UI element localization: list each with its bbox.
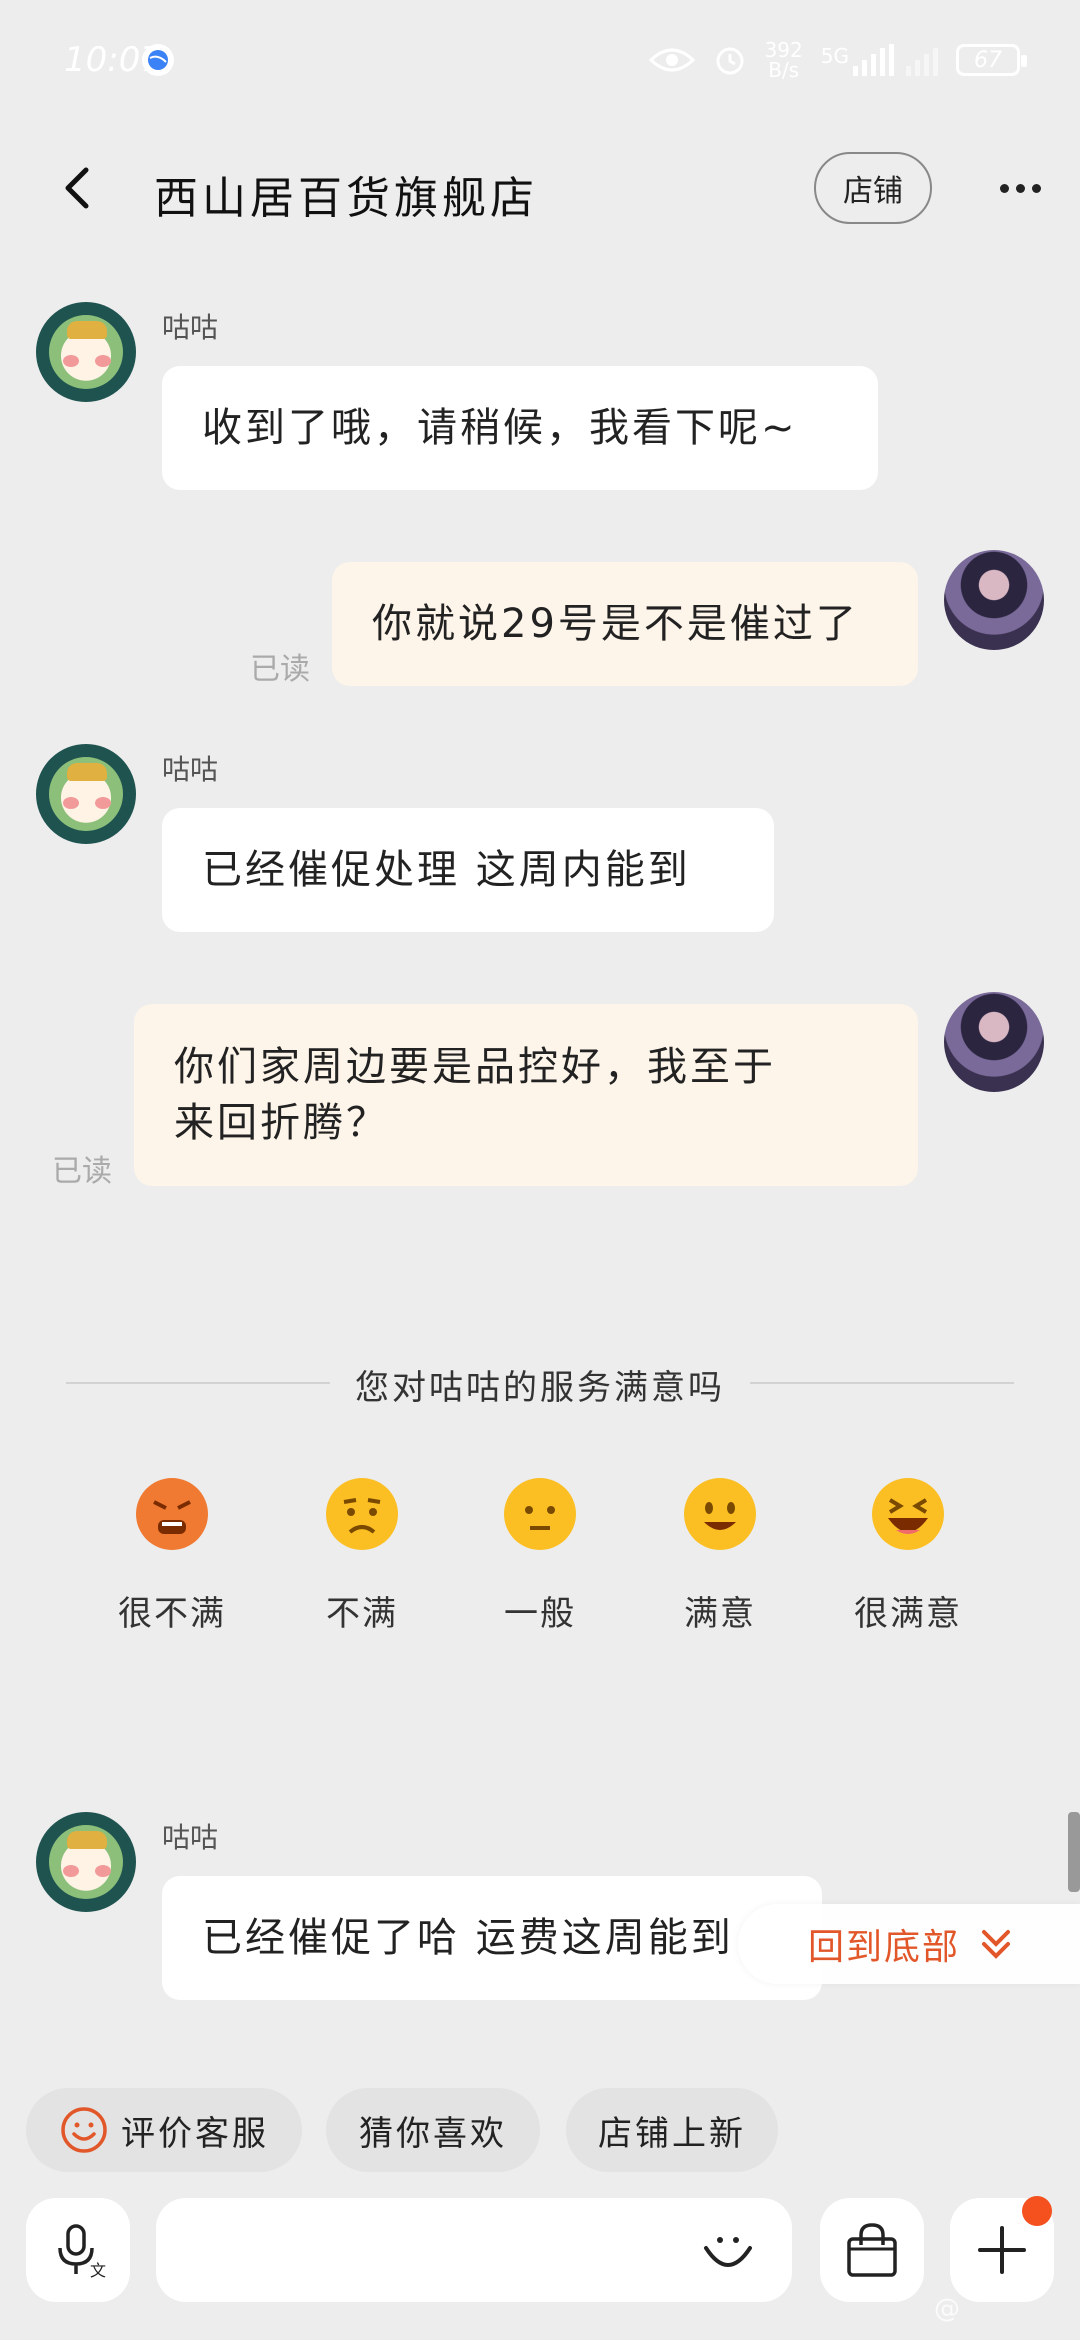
back-to-bottom-button[interactable]: 回到底部 [738, 1904, 1080, 1984]
signal-2-icon [906, 44, 938, 76]
agent-avatar[interactable] [36, 302, 136, 402]
alarm-icon [716, 47, 744, 75]
chip-label: 评价客服 [121, 2113, 269, 2154]
microphone-translate-icon: 文 [58, 2224, 106, 2280]
rating-label: 很不满 [118, 1594, 226, 1634]
laugh-face-icon [872, 1478, 944, 1550]
chevron-left-icon [65, 167, 89, 209]
message-line: 来回折腾？ [174, 1100, 389, 1146]
agent-avatar[interactable] [36, 1812, 136, 1912]
plus-icon [978, 2226, 1026, 2274]
double-chevron-down-icon [982, 1930, 1011, 1959]
more-button[interactable] [990, 166, 1050, 210]
read-receipt: 已读 [52, 1154, 112, 1189]
new-arrivals-chip[interactable]: 店铺上新 [566, 2088, 778, 2172]
chat-header: 西山居百货旗舰店 店铺 [0, 130, 1080, 246]
message-bubble[interactable]: 已经催促处理 这周内能到 [162, 808, 774, 932]
read-receipt: 已读 [250, 652, 310, 687]
chip-label: 店铺上新 [598, 2113, 746, 2154]
back-button[interactable] [50, 160, 106, 216]
watermark: @ [934, 2294, 960, 2324]
message-input[interactable] [156, 2198, 792, 2302]
message-bubble[interactable]: 你们家周边要是品控好，我至于 来回折腾？ [134, 1004, 918, 1186]
rating-very-unsatisfied[interactable]: 很不满 [92, 1478, 252, 1635]
rating-neutral[interactable]: 一般 [460, 1478, 620, 1635]
emoji-icon[interactable] [698, 2220, 758, 2280]
message-bubble[interactable]: 已经催促了哈 运费这周能到 [162, 1876, 822, 2000]
shop-button[interactable]: 店铺 [814, 152, 932, 224]
order-button[interactable] [820, 2198, 924, 2302]
sender-name: 咕咕 [162, 753, 219, 786]
message-bubble[interactable]: 收到了哦，请稍候，我看下呢~ [162, 366, 878, 490]
smile-face-icon [684, 1478, 756, 1550]
message-bubble[interactable]: 你就说29号是不是催过了 [332, 562, 918, 686]
user-avatar[interactable] [944, 992, 1044, 1092]
page-title: 西山居百货旗舰店 [154, 173, 538, 224]
rating-unsatisfied[interactable]: 不满 [282, 1478, 442, 1635]
survey-title: 您对咕咕的服务满意吗 [355, 1368, 725, 1408]
sender-name: 咕咕 [162, 311, 219, 344]
eye-icon [648, 48, 695, 72]
rating-satisfied[interactable]: 满意 [640, 1478, 800, 1635]
voice-input-button[interactable]: 文 [26, 2198, 130, 2302]
sender-name: 咕咕 [162, 1821, 219, 1854]
more-dots-icon [999, 183, 1009, 193]
status-icons: 392 B/s 5G 67 [648, 36, 1027, 84]
scrollbar[interactable] [1068, 1812, 1080, 1892]
network-speed: 392 B/s [764, 38, 803, 82]
chip-label: 猜你喜欢 [359, 2113, 507, 2154]
browser-icon [142, 44, 174, 76]
notification-dot [1022, 2196, 1052, 2226]
battery-icon: 67 [956, 44, 1027, 76]
rate-service-chip[interactable]: 评价客服 [26, 2088, 302, 2172]
message-line: 你们家周边要是品控好，我至于 [174, 1044, 776, 1090]
network-type: 5G [820, 44, 849, 68]
rating-label: 一般 [504, 1594, 576, 1634]
agent-avatar[interactable] [36, 744, 136, 844]
frown-face-icon [326, 1478, 398, 1550]
guess-you-like-chip[interactable]: 猜你喜欢 [326, 2088, 540, 2172]
user-avatar[interactable] [944, 550, 1044, 650]
neutral-face-icon [504, 1478, 576, 1550]
angry-face-icon [136, 1478, 208, 1550]
shopping-bag-icon [847, 2223, 897, 2277]
smile-icon [61, 2107, 107, 2153]
status-bar: 10:07 392 B/s 5G 67 [0, 0, 1080, 120]
rating-label: 很满意 [854, 1594, 962, 1634]
rating-very-satisfied[interactable]: 很满意 [828, 1478, 988, 1635]
rating-label: 满意 [684, 1594, 756, 1634]
rating-label: 不满 [326, 1594, 398, 1634]
svg-text:文: 文 [90, 2261, 106, 2280]
back-to-bottom-label: 回到底部 [808, 1927, 961, 1968]
signal-icon [853, 44, 894, 76]
